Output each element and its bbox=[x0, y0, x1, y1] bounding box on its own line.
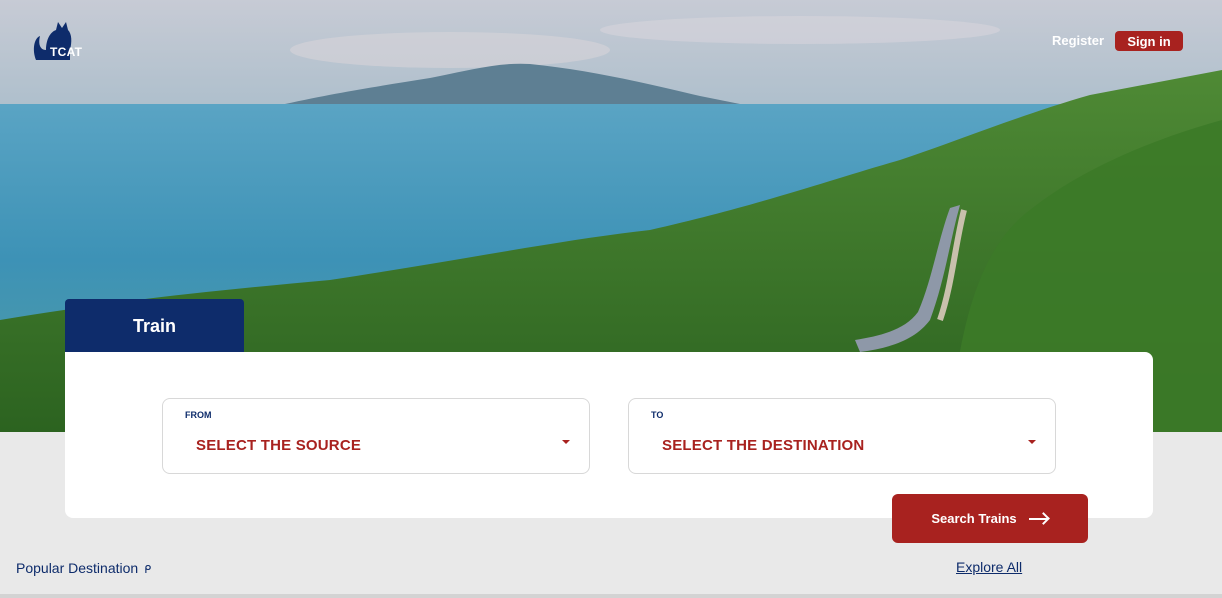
to-select[interactable]: TO SELECT THE DESTINATION bbox=[628, 398, 1056, 474]
search-trains-label: Search Trains bbox=[931, 511, 1017, 526]
to-value: SELECT THE DESTINATION bbox=[662, 437, 865, 454]
chevron-down-icon bbox=[1028, 440, 1036, 444]
from-label: FROM bbox=[185, 410, 212, 420]
logo-text: TCAT bbox=[50, 45, 83, 59]
popular-destination-label: Popular Destination bbox=[16, 560, 139, 576]
explore-all-link[interactable]: Explore All bbox=[956, 559, 1022, 575]
pin-icon: ᑭ bbox=[144, 564, 152, 576]
divider bbox=[0, 594, 1222, 598]
arrow-right-icon bbox=[1028, 514, 1049, 524]
register-link[interactable]: Register bbox=[1052, 33, 1104, 48]
popular-destination: Popular Destination ᑭ bbox=[16, 560, 151, 576]
sign-in-button[interactable]: Sign in bbox=[1115, 31, 1183, 51]
from-value: SELECT THE SOURCE bbox=[196, 437, 362, 454]
chevron-down-icon bbox=[562, 440, 570, 444]
search-trains-button[interactable]: Search Trains bbox=[892, 494, 1088, 543]
tab-train[interactable]: Train bbox=[65, 299, 244, 353]
to-label: TO bbox=[651, 410, 664, 420]
from-select[interactable]: FROM SELECT THE SOURCE bbox=[162, 398, 590, 474]
